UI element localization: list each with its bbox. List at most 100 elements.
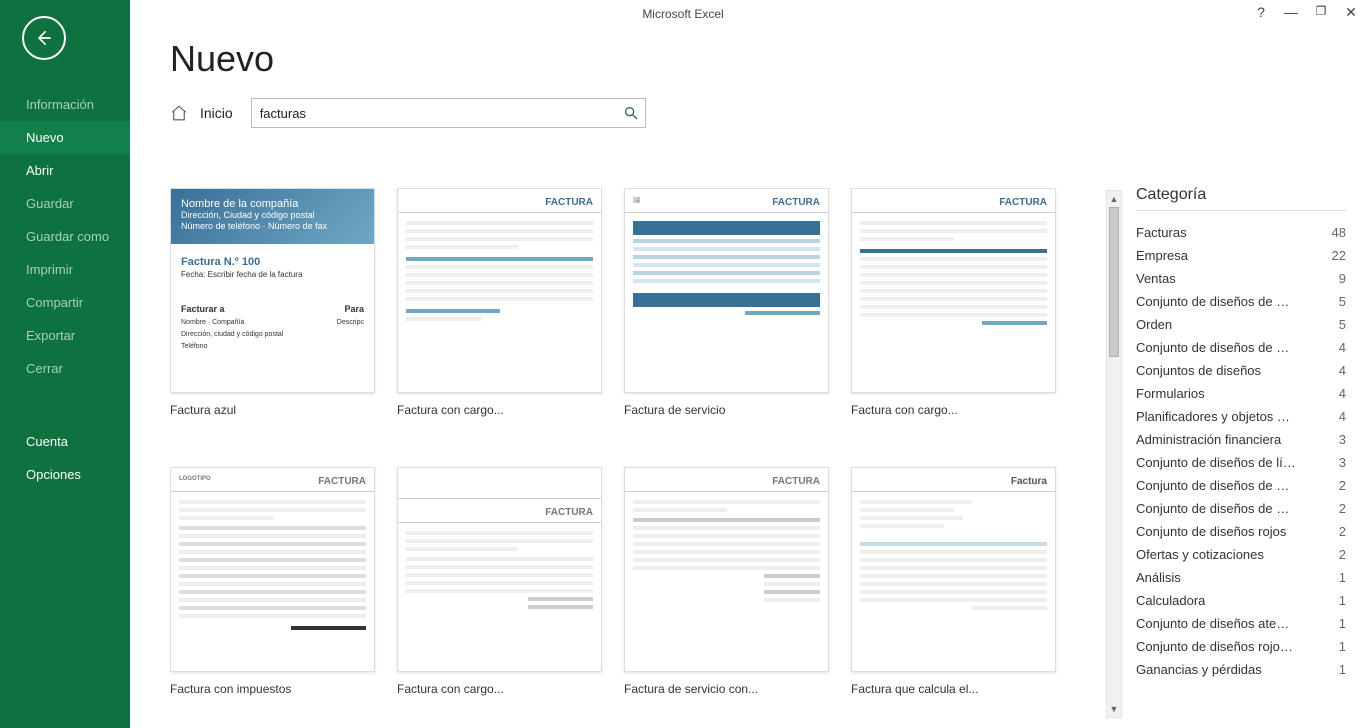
template-card[interactable]: FACTURA Factura con cargo... [397, 467, 602, 696]
template-thumbnail: FACTURA [851, 188, 1056, 393]
thumb-text: Factura N.º 100 [181, 256, 260, 268]
category-label: Conjunto de diseños de neg... [1136, 501, 1296, 516]
template-card[interactable]: FACTURA Factura de servicio con... [624, 467, 829, 696]
thumb-text: Nombre · Compañía [181, 319, 244, 326]
minimize-icon[interactable]: — [1282, 4, 1300, 21]
template-caption: Factura con cargo... [851, 403, 1056, 417]
sidebar-label: Compartir [26, 295, 83, 310]
category-panel: Categoría Facturas48Empresa22 Ventas 9 Conj… [1136, 186, 1346, 718]
category-item[interactable]: Análisis1 [1136, 566, 1346, 589]
category-count: 2 [1331, 547, 1346, 562]
template-card[interactable]: LOGOTIPOFACTURA Factura con impuestos [170, 467, 375, 696]
category-label: Ofertas y cotizaciones [1136, 547, 1264, 562]
template-caption: Factura con impuestos [170, 682, 375, 696]
category-item[interactable]: Conjunto de diseños rojos 2 [1136, 520, 1346, 543]
thumb-text: Factura [1011, 476, 1047, 487]
help-icon[interactable]: ? [1252, 4, 1270, 21]
thumb-text: FACTURA [999, 197, 1047, 208]
sidebar-item-guardar[interactable]: Guardar [0, 187, 130, 220]
title-bar: Microsoft Excel [0, 0, 1366, 28]
search-input[interactable] [260, 106, 623, 121]
category-item[interactable]: Ganancias y pérdidas1 [1136, 658, 1346, 681]
thumb-text: Dirección, Ciudad y código postal [181, 210, 364, 221]
sidebar-item-cerrar[interactable]: Cerrar [0, 352, 130, 385]
search-row: Inicio [170, 98, 1366, 128]
category-count: 1 [1331, 593, 1346, 608]
category-count: 9 [1331, 271, 1346, 286]
sidebar-item-cuenta[interactable]: Cuenta [0, 425, 130, 458]
category-item[interactable]: Conjunto de diseños de azu...2 [1136, 474, 1346, 497]
thumb-text: FACTURA [772, 197, 820, 208]
thumb-text: Dirección, ciudad y código postal [181, 331, 283, 338]
template-thumbnail: LOGOTIPOFACTURA [170, 467, 375, 672]
category-label: Planificadores y objetos de... [1136, 409, 1296, 424]
sidebar-label: Guardar [26, 196, 74, 211]
sidebar-item-opciones[interactable]: Opciones [0, 458, 130, 491]
app-title: Microsoft Excel [642, 7, 723, 21]
category-label: Conjunto de diseños de líne... [1136, 455, 1296, 470]
category-item[interactable]: Formularios4 [1136, 382, 1346, 405]
category-item[interactable]: Planificadores y objetos de...4 [1136, 405, 1346, 428]
category-item[interactable]: Conjunto de diseños de deg...5 [1136, 290, 1346, 313]
breadcrumb-home[interactable]: Inicio [200, 105, 233, 121]
category-item[interactable]: Conjunto de diseños rojos y...1 [1136, 635, 1346, 658]
category-item[interactable]: Facturas48 [1136, 221, 1346, 244]
category-item[interactable]: Ofertas y cotizaciones 2 [1136, 543, 1346, 566]
category-count: 1 [1331, 570, 1346, 585]
category-count: 5 [1331, 317, 1346, 332]
category-label: Conjunto de diseños rojos [1136, 524, 1286, 539]
template-caption: Factura de servicio [624, 403, 829, 417]
template-caption: Factura azul [170, 403, 375, 417]
sidebar-label: Exportar [26, 328, 75, 343]
category-item[interactable]: Conjunto de diseños atemp...1 [1136, 612, 1346, 635]
sidebar-item-compartir[interactable]: Compartir [0, 286, 130, 319]
template-card[interactable]: Nombre de la compañía Dirección, Ciudad … [170, 188, 375, 417]
category-label: Ventas [1136, 271, 1176, 286]
category-item[interactable]: Conjunto de diseños de líne...3 [1136, 451, 1346, 474]
home-icon[interactable] [170, 104, 188, 122]
category-count: 2 [1331, 524, 1346, 539]
sidebar-item-abrir[interactable]: Abrir [0, 154, 130, 187]
category-label: Conjunto de diseños de deg... [1136, 294, 1296, 309]
scrollbar-thumb[interactable] [1109, 207, 1119, 357]
category-item[interactable]: Conjuntos de diseños4 [1136, 359, 1346, 382]
category-label: Administración financiera [1136, 432, 1281, 447]
thumb-text: Fecha: Escribir fecha de la factura [181, 270, 302, 279]
category-item[interactable]: Empresa22 [1136, 244, 1346, 267]
sidebar-item-nuevo[interactable]: Nuevo [0, 121, 130, 154]
thumb-text: FACTURA [545, 507, 593, 518]
scroll-up-icon[interactable]: ▲ [1107, 191, 1121, 207]
close-icon[interactable]: ✕ [1342, 4, 1360, 21]
category-item[interactable]: Calculadora1 [1136, 589, 1346, 612]
templates-grid-wrap: Nombre de la compañía Dirección, Ciudad … [170, 188, 1106, 728]
category-item[interactable]: Orden5 [1136, 313, 1346, 336]
template-caption: Factura de servicio con... [624, 682, 829, 696]
category-title: Categoría [1136, 186, 1346, 211]
sidebar-item-informacion[interactable]: Información [0, 88, 130, 121]
template-card[interactable]: FACTURA Factura con cargo... [397, 188, 602, 417]
category-item[interactable]: Administración financiera3 [1136, 428, 1346, 451]
search-icon[interactable] [623, 105, 639, 121]
category-item[interactable]: Conjunto de diseños de neg...2 [1136, 497, 1346, 520]
sidebar-item-exportar[interactable]: Exportar [0, 319, 130, 352]
template-card[interactable]: 🖼FACTURA Factura de servicio [624, 188, 829, 417]
thumb-text: Facturar a [181, 304, 225, 314]
sidebar-label: Nuevo [26, 130, 64, 145]
page-title: Nuevo [170, 38, 1366, 80]
category-count: 4 [1331, 386, 1346, 401]
category-item[interactable]: Ventas 9 [1136, 267, 1346, 290]
scroll-down-icon[interactable]: ▼ [1107, 701, 1121, 717]
template-thumbnail: FACTURA [397, 467, 602, 672]
category-label: Ganancias y pérdidas [1136, 662, 1262, 677]
category-item[interactable]: Conjunto de diseños de deg...4 [1136, 336, 1346, 359]
template-card[interactable]: Factura Factura que calcula el... [851, 467, 1056, 696]
sidebar-item-imprimir[interactable]: Imprimir [0, 253, 130, 286]
category-label: Conjunto de diseños rojos y... [1136, 639, 1296, 654]
category-count: 1 [1331, 616, 1346, 631]
restore-icon[interactable]: ❐ [1312, 4, 1330, 21]
thumb-text: Para [344, 304, 364, 314]
grid-scrollbar[interactable]: ▲ ▼ [1106, 190, 1122, 718]
category-label: Conjunto de diseños de azu... [1136, 478, 1296, 493]
template-card[interactable]: FACTURA Factura con cargo... [851, 188, 1056, 417]
sidebar-item-guardar-como[interactable]: Guardar como [0, 220, 130, 253]
